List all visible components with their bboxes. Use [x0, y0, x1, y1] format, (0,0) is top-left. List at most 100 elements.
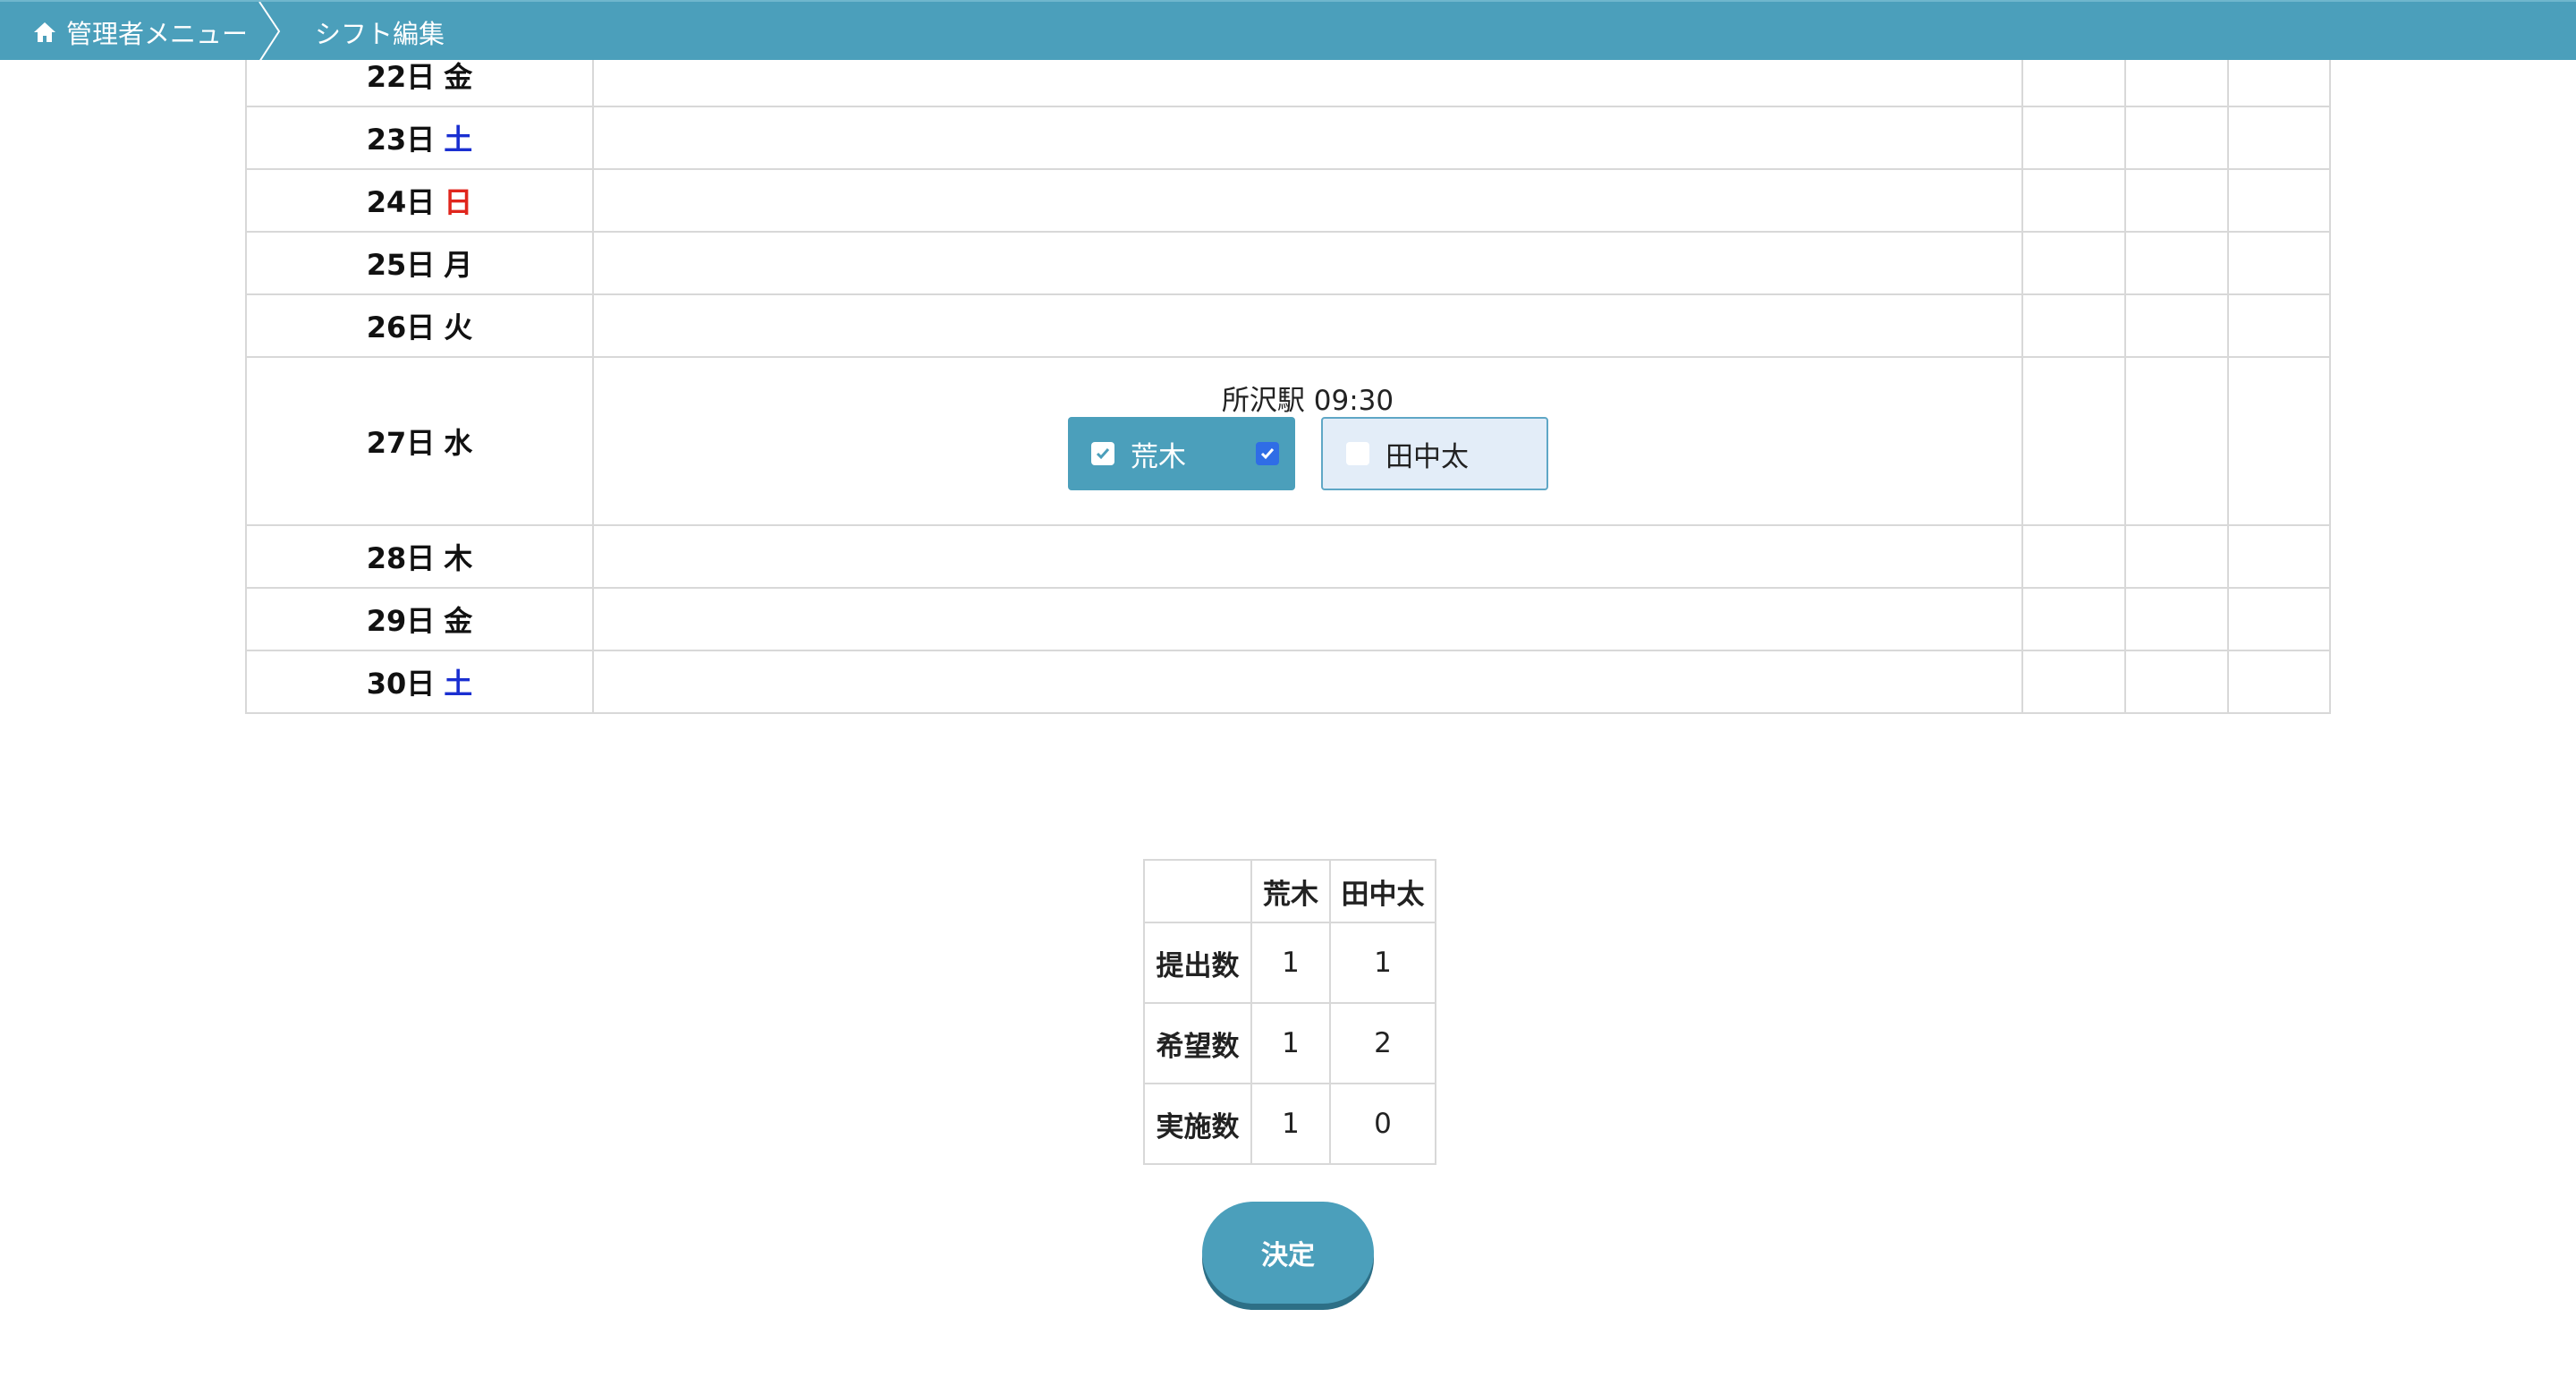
shift-row: 26日火: [245, 293, 2331, 358]
empty-cell: [2021, 650, 2126, 714]
checkbox-icon[interactable]: [1091, 442, 1114, 465]
summary-corner-cell: [1143, 859, 1252, 923]
empty-cell: [2227, 293, 2331, 358]
breadcrumb: 管理者メニュー シフト編集: [0, 0, 2576, 62]
breadcrumb-home[interactable]: 管理者メニュー: [32, 2, 248, 62]
weekday-label: 金: [444, 604, 473, 638]
empty-cell: [2124, 524, 2229, 589]
summary-value: 1: [1250, 1083, 1331, 1165]
day-number: 25日: [366, 248, 436, 282]
summary-row: 希望数 1 2: [1143, 1002, 1436, 1084]
day-number: 28日: [366, 541, 436, 575]
checkbox-icon[interactable]: [1346, 442, 1369, 465]
breadcrumb-current-label: シフト編集: [315, 18, 445, 49]
slot-cell: [592, 168, 2023, 233]
day-number: 24日: [366, 185, 436, 219]
weekday-label: 土: [444, 123, 473, 157]
day-cell: 25日月: [245, 231, 594, 295]
summary-value: 1: [1329, 922, 1436, 1004]
slot-cell: [592, 650, 2023, 714]
empty-cell: [2124, 587, 2229, 651]
empty-cell: [2227, 524, 2331, 589]
shift-row: 29日金: [245, 587, 2331, 651]
empty-cell: [2021, 168, 2126, 233]
slot-cell: [592, 106, 2023, 170]
summary-row-label: 実施数: [1143, 1083, 1252, 1165]
member-name: 荒木: [1131, 440, 1186, 473]
empty-cell: [2124, 231, 2229, 295]
member-toggle[interactable]: 田中太: [1321, 417, 1548, 490]
slot-cell: [592, 587, 2023, 651]
home-icon: [34, 21, 55, 42]
summary-row-label: 提出数: [1143, 922, 1252, 1004]
empty-cell: [2021, 587, 2126, 651]
day-number: 26日: [366, 310, 436, 344]
summary-value: 1: [1250, 922, 1331, 1004]
confirmed-check-icon[interactable]: [1256, 442, 1279, 465]
shift-row: 25日月: [245, 231, 2331, 295]
empty-cell: [2021, 106, 2126, 170]
empty-cell: [2227, 106, 2331, 170]
weekday-label: 水: [444, 426, 473, 460]
summary-table: 荒木 田中太 提出数 1 1 希望数 1 2 実施数 1 0: [1143, 859, 1436, 1165]
weekday-label: 火: [444, 310, 473, 344]
empty-cell: [2021, 524, 2126, 589]
weekday-label: 日: [444, 185, 473, 219]
slot-title: 所沢駅 09:30: [1221, 385, 1394, 417]
summary-value: 0: [1329, 1083, 1436, 1165]
slot-cell: 所沢駅 09:30 荒木 田中太: [592, 356, 2023, 526]
empty-cell: [2227, 168, 2331, 233]
empty-cell: [2124, 106, 2229, 170]
empty-cell: [2021, 293, 2126, 358]
summary-row: 実施数 1 0: [1143, 1083, 1436, 1165]
empty-cell: [2124, 168, 2229, 233]
shift-row: 24日日: [245, 168, 2331, 233]
empty-cell: [2124, 356, 2229, 526]
shift-row: 30日土: [245, 650, 2331, 714]
shift-slot: 所沢駅 09:30 荒木 田中太: [594, 358, 2021, 524]
member-name: 田中太: [1385, 440, 1469, 473]
day-cell: 24日日: [245, 168, 594, 233]
empty-cell: [2124, 293, 2229, 358]
weekday-label: 月: [444, 248, 473, 282]
summary-value: 1: [1250, 1002, 1331, 1084]
empty-cell: [2227, 650, 2331, 714]
slot-cell: [592, 524, 2023, 589]
shift-row: 27日水 所沢駅 09:30 荒木 田中太: [245, 356, 2331, 526]
day-cell: 26日火: [245, 293, 594, 358]
shift-row: 23日土: [245, 106, 2331, 170]
empty-cell: [2124, 650, 2229, 714]
member-toggle-selected[interactable]: 荒木: [1068, 417, 1295, 490]
day-cell: 30日土: [245, 650, 594, 714]
slot-cell: [592, 293, 2023, 358]
slot-cell: [592, 231, 2023, 295]
weekday-label: 金: [444, 60, 473, 94]
empty-cell: [2021, 231, 2126, 295]
shift-row: 28日木: [245, 524, 2331, 589]
day-number: 30日: [366, 667, 436, 701]
weekday-label: 木: [444, 541, 473, 575]
breadcrumb-home-label: 管理者メニュー: [66, 18, 249, 49]
summary-col-header: 田中太: [1329, 859, 1436, 923]
empty-cell: [2227, 231, 2331, 295]
day-cell: 23日土: [245, 106, 594, 170]
breadcrumb-separator-icon: [258, 2, 281, 62]
day-cell: 27日水: [245, 356, 594, 526]
shift-table: 21日木22日金23日土24日日25日月26日火27日水所沢駅 09:30荒木田…: [245, 0, 2331, 714]
day-number: 27日: [366, 426, 436, 460]
day-cell: 28日木: [245, 524, 594, 589]
summary-value: 2: [1329, 1002, 1436, 1084]
day-number: 29日: [366, 604, 436, 638]
weekday-label: 土: [444, 667, 473, 701]
day-cell: 29日金: [245, 587, 594, 651]
breadcrumb-current: シフト編集: [315, 2, 445, 62]
empty-cell: [2227, 356, 2331, 526]
day-number: 23日: [366, 123, 436, 157]
empty-cell: [2021, 356, 2126, 526]
summary-col-header: 荒木: [1250, 859, 1331, 923]
summary-row: 提出数 1 1: [1143, 922, 1436, 1004]
summary-row-label: 希望数: [1143, 1002, 1252, 1084]
submit-button[interactable]: 決定: [1202, 1202, 1374, 1304]
empty-cell: [2227, 587, 2331, 651]
day-number: 22日: [366, 60, 436, 94]
